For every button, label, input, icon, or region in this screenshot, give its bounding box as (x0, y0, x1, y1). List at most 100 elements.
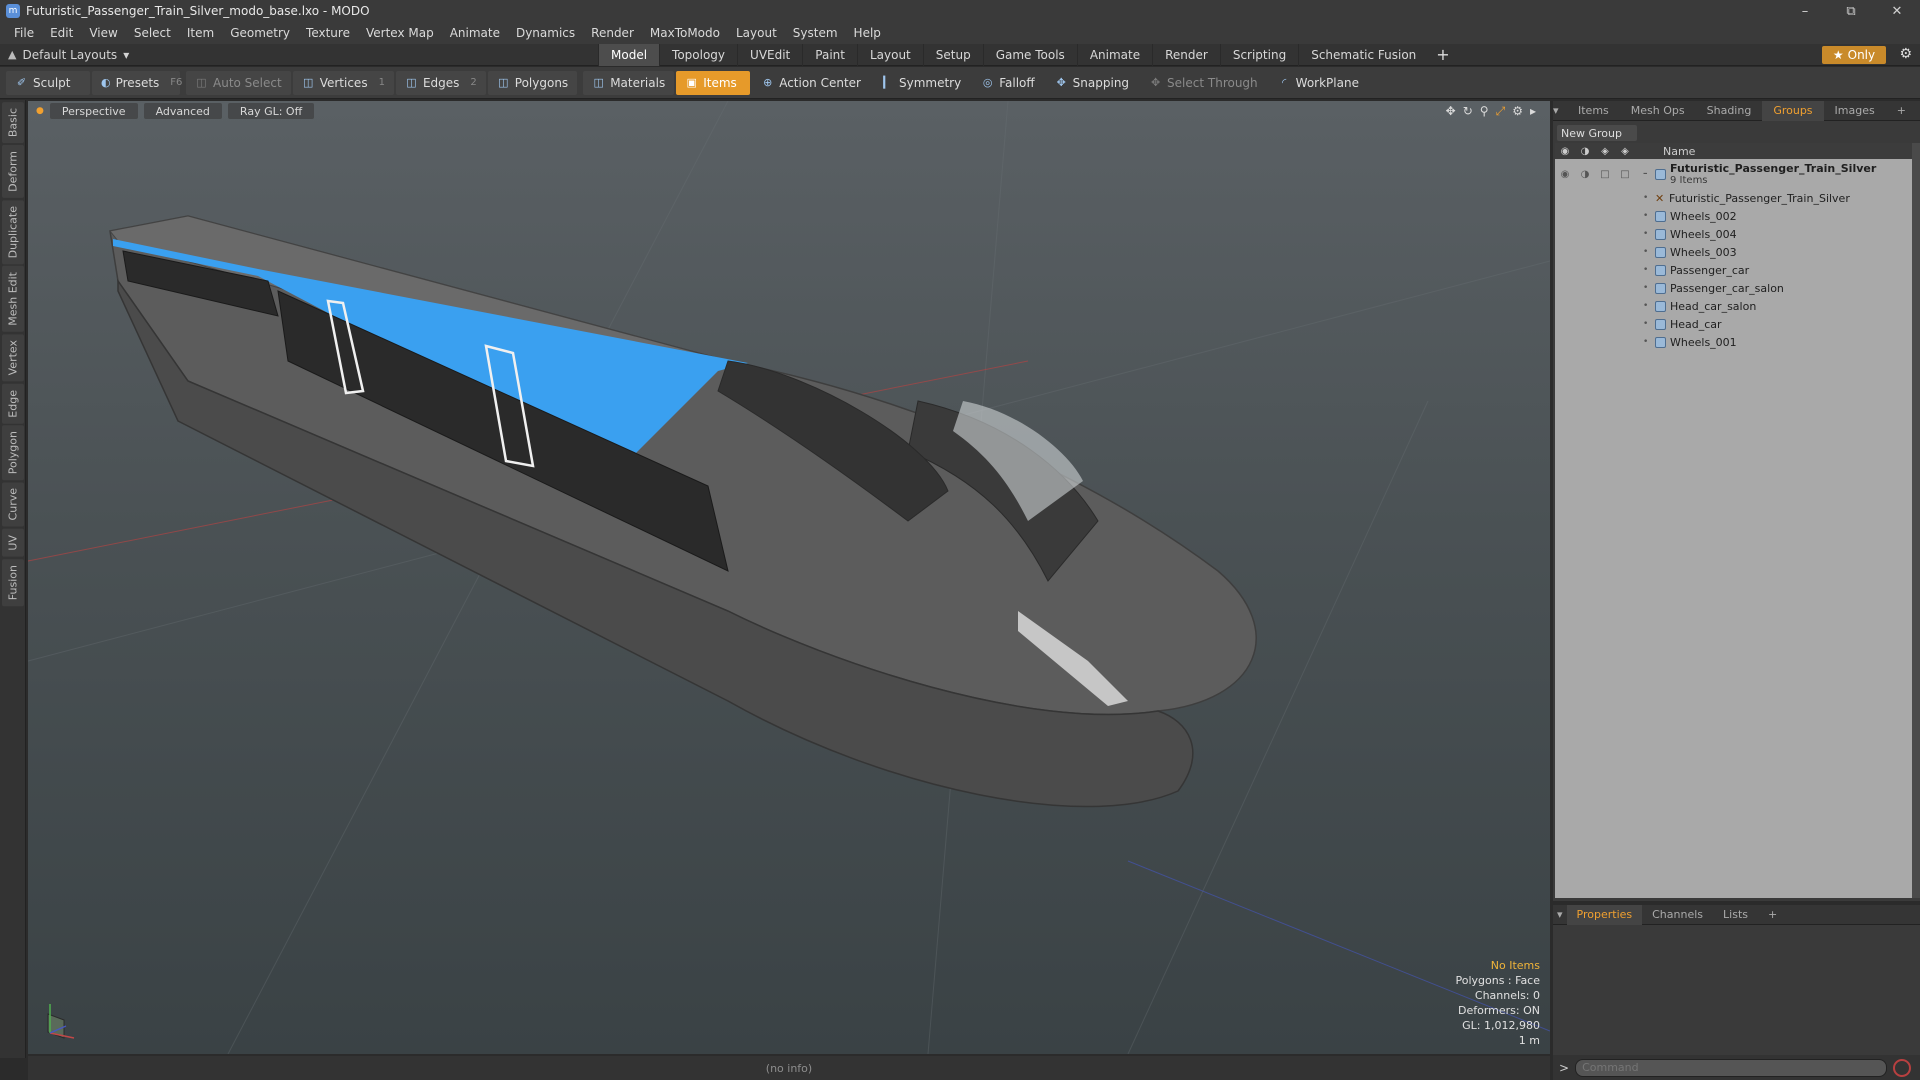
stop-icon[interactable] (1893, 1058, 1912, 1077)
tab-setup[interactable]: Setup (922, 43, 983, 66)
tab-properties[interactable]: Properties (1566, 904, 1643, 925)
tab-uvedit[interactable]: UVEdit (737, 43, 802, 66)
tab-mesh-ops[interactable]: Mesh Ops (1620, 104, 1696, 117)
menu-layout[interactable]: Layout (728, 26, 785, 40)
tab-layout[interactable]: Layout (856, 43, 923, 66)
tab-lists[interactable]: Lists (1713, 908, 1758, 921)
vtab-fusion[interactable]: Fusion (2, 558, 24, 606)
menu-select[interactable]: Select (126, 26, 179, 40)
select-toggle-icon[interactable]: □ (1615, 165, 1635, 183)
menu-maxtomodo[interactable]: MaxToModo (642, 26, 728, 40)
tab-render[interactable]: Render (1152, 43, 1220, 66)
vtab-curve[interactable]: Curve (2, 482, 24, 527)
select-through-button[interactable]: ✥ Select Through (1140, 71, 1267, 95)
menu-dynamics[interactable]: Dynamics (508, 26, 583, 40)
layout-selector[interactable]: ▲ Default Layouts ▾ (8, 48, 598, 62)
list-item[interactable]: • Wheels_001 (1555, 333, 1917, 351)
list-item[interactable]: • Head_car (1555, 315, 1917, 333)
tab-paint[interactable]: Paint (802, 43, 857, 66)
workplane-button[interactable]: ◜ WorkPlane (1269, 71, 1368, 95)
menu-help[interactable]: Help (846, 26, 889, 40)
vtab-polygon[interactable]: Polygon (2, 425, 24, 481)
gear-icon[interactable]: ⚙ (1899, 46, 1912, 62)
menu-view[interactable]: View (81, 26, 125, 40)
collapse-icon[interactable]: – (1643, 169, 1655, 179)
add-tab-icon[interactable]: + (1436, 45, 1449, 64)
add-panel-tab-icon[interactable]: + (1758, 908, 1787, 921)
lock-toggle-icon[interactable]: □ (1595, 165, 1615, 183)
group-row[interactable]: ◉ ◑ □ □ – Futuristic_Passenger_Train_Sil… (1555, 159, 1917, 189)
raygl-button[interactable]: Ray GL: Off (227, 103, 315, 119)
tab-animate[interactable]: Animate (1076, 43, 1152, 66)
auto-select-button[interactable]: ◫ Auto Select (186, 70, 291, 95)
action-center-button[interactable]: ⊕ Action Center (752, 71, 870, 95)
menu-geometry[interactable]: Geometry (222, 26, 298, 40)
tab-shading[interactable]: Shading (1696, 104, 1763, 117)
edges-button[interactable]: ◫ Edges 2 (395, 70, 486, 95)
panel-menu-icon[interactable]: ▾ (1553, 104, 1567, 117)
list-item[interactable]: • Wheels_002 (1555, 207, 1917, 225)
tab-model[interactable]: Model (598, 43, 660, 66)
rotate-view-icon[interactable]: ↻ (1463, 104, 1473, 119)
tab-game-tools[interactable]: Game Tools (982, 43, 1077, 66)
only-button[interactable]: ★ Only (1822, 46, 1886, 64)
sculpt-button[interactable]: ✐ Sculpt (6, 70, 90, 95)
menu-item[interactable]: Item (179, 26, 222, 40)
list-item[interactable]: • Head_car_salon (1555, 297, 1917, 315)
menu-render[interactable]: Render (583, 26, 642, 40)
render-toggle-icon[interactable]: ◑ (1575, 165, 1595, 183)
vtab-basic[interactable]: Basic (2, 102, 24, 144)
vtab-mesh-edit[interactable]: Mesh Edit (2, 266, 24, 333)
vtab-duplicate[interactable]: Duplicate (2, 200, 24, 265)
presets-button[interactable]: ◐ Presets F6 (92, 70, 182, 95)
menu-file[interactable]: File (6, 26, 42, 40)
list-item[interactable]: • Wheels_004 (1555, 225, 1917, 243)
minimize-icon[interactable]: – (1782, 0, 1828, 22)
command-input[interactable] (1575, 1058, 1888, 1077)
menu-system[interactable]: System (785, 26, 846, 40)
select-column-icon[interactable]: ◈ (1615, 146, 1635, 157)
fit-view-icon[interactable]: ⤢ (1496, 104, 1506, 119)
vtab-deform[interactable]: Deform (2, 145, 24, 199)
close-icon[interactable]: ✕ (1874, 0, 1920, 22)
move-view-icon[interactable]: ✥ (1446, 104, 1456, 119)
new-group-button[interactable]: New Group (1557, 125, 1637, 141)
polygons-button[interactable]: ◫ Polygons (487, 70, 578, 95)
vtab-vertex[interactable]: Vertex (2, 334, 24, 382)
menu-texture[interactable]: Texture (298, 26, 358, 40)
tab-schematic-fusion[interactable]: Schematic Fusion (1298, 43, 1428, 66)
menu-edit[interactable]: Edit (42, 26, 81, 40)
shading-mode-button[interactable]: Advanced (143, 103, 222, 119)
materials-button[interactable]: ◫ Materials (583, 70, 675, 95)
3d-viewport[interactable]: ● Perspective Advanced Ray GL: Off ✥ ↻ ⚲… (28, 101, 1550, 1054)
viewport-expand-icon[interactable]: ▸ (1530, 104, 1536, 119)
menu-vertex-map[interactable]: Vertex Map (358, 26, 442, 40)
lock-column-icon[interactable]: ◈ (1595, 146, 1615, 157)
tab-groups[interactable]: Groups (1762, 100, 1824, 121)
list-item[interactable]: • Passenger_car_salon (1555, 279, 1917, 297)
items-button[interactable]: ▣ Items (676, 70, 751, 95)
viewport-menu-icon[interactable]: ● (36, 106, 44, 116)
panel-menu-icon[interactable]: ▾ (1553, 908, 1567, 921)
tab-channels[interactable]: Channels (1642, 908, 1713, 921)
vtab-uv[interactable]: UV (2, 528, 24, 557)
tab-images[interactable]: Images (1824, 104, 1886, 117)
visibility-toggle-icon[interactable]: ◉ (1555, 165, 1575, 183)
tab-scripting[interactable]: Scripting (1219, 43, 1298, 66)
visibility-column-icon[interactable]: ◉ (1555, 146, 1575, 157)
symmetry-button[interactable]: ▎ Symmetry (872, 71, 970, 95)
list-scrollbar[interactable] (1912, 143, 1920, 898)
list-item[interactable]: • Wheels_003 (1555, 243, 1917, 261)
viewport-settings-icon[interactable]: ⚙ (1512, 104, 1523, 119)
tab-topology[interactable]: Topology (659, 43, 737, 66)
tab-items[interactable]: Items (1567, 104, 1620, 117)
layout-toggle-icon[interactable]: ▲ (8, 48, 16, 61)
vertices-button[interactable]: ◫ Vertices 1 (292, 70, 394, 95)
vtab-edge[interactable]: Edge (2, 383, 24, 424)
zoom-view-icon[interactable]: ⚲ (1480, 104, 1489, 119)
restore-icon[interactable]: ⧉ (1828, 0, 1874, 22)
falloff-button[interactable]: ◎ Falloff (972, 71, 1043, 95)
list-item[interactable]: • Passenger_car (1555, 261, 1917, 279)
add-panel-tab-icon[interactable]: + (1886, 104, 1917, 117)
list-item[interactable]: • ✕ Futuristic_Passenger_Train_Silver (1555, 189, 1917, 207)
